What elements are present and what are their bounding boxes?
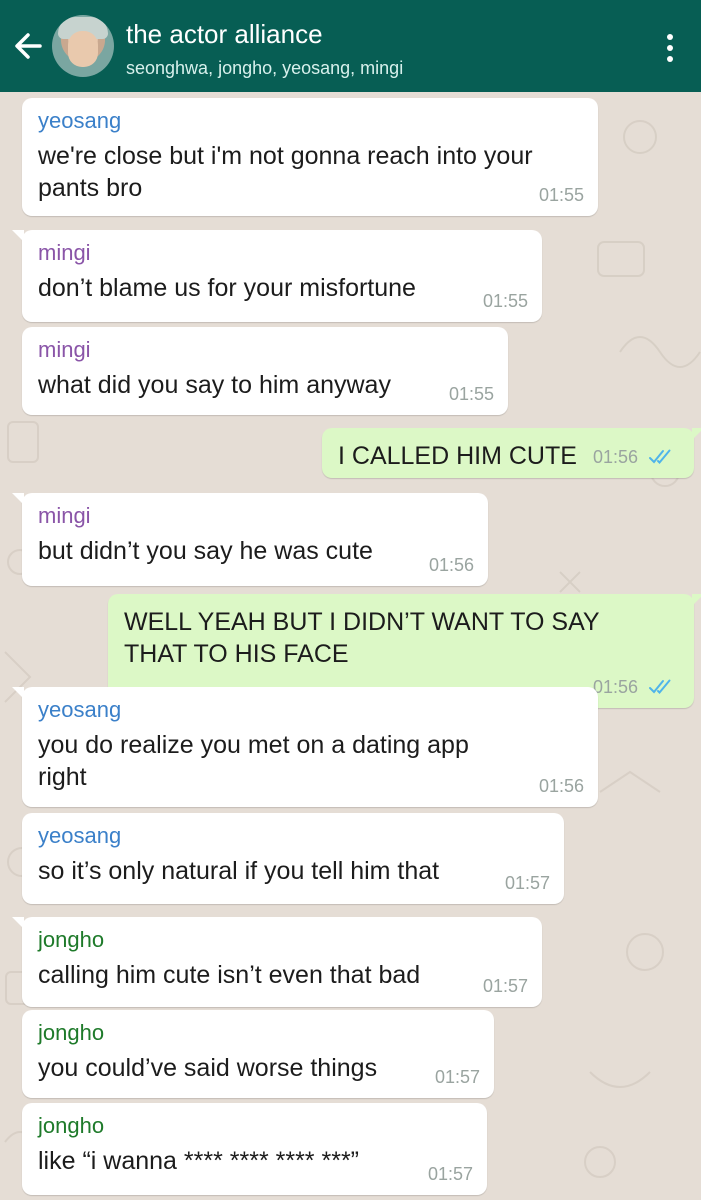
message-text: so it’s only natural if you tell him tha…	[38, 857, 440, 885]
chat-header: the actor alliance seonghwa, jongho, yeo…	[0, 0, 701, 92]
double-check-icon	[649, 449, 671, 464]
incoming-message[interactable]: jongho like “i wanna **** **** **** ***” 0…	[22, 1103, 487, 1195]
incoming-message[interactable]: yeosang so it’s only natural if you tell …	[22, 813, 564, 904]
incoming-message[interactable]: yeosang you do realize you met on a datin…	[12, 687, 598, 807]
message-text: you could’ve said worse things	[38, 1054, 378, 1082]
sender-name[interactable]: yeosang	[38, 697, 121, 723]
message-text: you do realize you met on a dating app	[38, 731, 469, 759]
incoming-message[interactable]: jongho you could’ve said worse things 01:5…	[22, 1010, 494, 1098]
message-time: 01:56	[592, 677, 638, 697]
arrow-left-icon[interactable]	[10, 26, 46, 66]
incoming-message[interactable]: jongho calling him cute isn’t even that b…	[12, 917, 542, 1007]
message-text: right	[38, 763, 87, 791]
message-time: 01:57	[427, 1164, 473, 1184]
message-time: 01:57	[504, 873, 550, 893]
message-text: don’t blame us for your misfortune	[38, 274, 416, 302]
message-time: 01:56	[592, 447, 638, 467]
sender-name[interactable]: mingi	[38, 240, 91, 266]
double-check-icon	[649, 679, 671, 694]
message-text: WELL YEAH BUT I DIDN’T WANT TO SAY	[124, 608, 600, 636]
sender-name[interactable]: yeosang	[38, 108, 121, 134]
message-text: calling him cute isn’t even that bad	[38, 961, 421, 989]
sender-name[interactable]: jongho	[38, 1113, 104, 1139]
incoming-message[interactable]: mingi but didn’t you say he was cute 01:56	[12, 493, 488, 586]
group-avatar[interactable]	[52, 15, 114, 77]
message-text: we're close but i'm not gonna reach into…	[38, 142, 533, 170]
sender-name[interactable]: jongho	[38, 927, 104, 953]
message-time: 01:56	[428, 555, 474, 575]
sender-name[interactable]: jongho	[38, 1020, 104, 1046]
incoming-message[interactable]: mingi don’t blame us for your misfortune 0…	[12, 230, 542, 322]
sender-name[interactable]: yeosang	[38, 823, 121, 849]
incoming-message[interactable]: yeosang we're close but i'm not gonna rea…	[22, 98, 598, 216]
message-time: 01:57	[434, 1067, 480, 1087]
outgoing-message[interactable]: I CALLED HIM CUTE 01:56	[322, 428, 701, 478]
more-vert-icon[interactable]	[667, 34, 675, 64]
message-text: pants bro	[38, 174, 143, 202]
incoming-message[interactable]: mingi what did you say to him anyway 01:55	[22, 327, 508, 415]
chat-title[interactable]: the actor alliance	[126, 19, 323, 50]
sender-name[interactable]: mingi	[38, 503, 91, 529]
message-time: 01:55	[448, 384, 494, 404]
message-list[interactable]: yeosang we're close but i'm not gonna rea…	[0, 92, 701, 1200]
message-text: I CALLED HIM CUTE	[338, 442, 577, 470]
message-text: like “i wanna **** **** **** ***”	[38, 1147, 359, 1175]
message-time: 01:55	[538, 185, 584, 205]
message-text: but didn’t you say he was cute	[38, 537, 373, 565]
message-time: 01:56	[538, 776, 584, 796]
message-time: 01:55	[482, 291, 528, 311]
sender-name[interactable]: mingi	[38, 337, 91, 363]
message-text: what did you say to him anyway	[38, 371, 391, 399]
chat-members[interactable]: seonghwa, jongho, yeosang, mingi	[126, 58, 403, 79]
message-text: THAT TO HIS FACE	[124, 640, 349, 668]
message-time: 01:57	[482, 976, 528, 996]
